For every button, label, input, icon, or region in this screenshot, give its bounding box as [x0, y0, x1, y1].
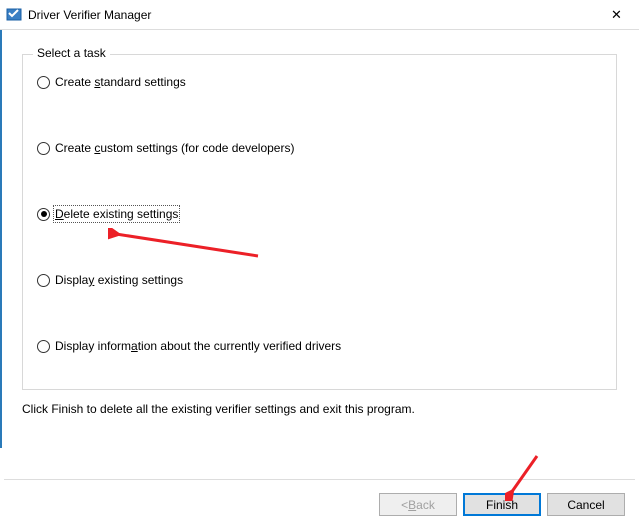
separator — [4, 479, 635, 480]
radio-icon — [37, 274, 50, 287]
task-groupbox: Select a task Create standard settings C… — [22, 54, 617, 390]
radio-icon — [37, 208, 50, 221]
button-row: < Back Finish Cancel — [379, 493, 625, 516]
radio-create-standard[interactable]: Create standard settings — [37, 75, 602, 89]
app-icon — [6, 7, 22, 23]
radio-label: Display existing settings — [55, 273, 183, 287]
group-legend: Select a task — [33, 46, 110, 60]
radio-label: Create standard settings — [55, 75, 186, 89]
left-border-accent — [0, 30, 2, 448]
back-button: < Back — [379, 493, 457, 516]
window-title: Driver Verifier Manager — [28, 8, 151, 22]
instruction-text: Click Finish to delete all the existing … — [22, 402, 617, 416]
radio-icon — [37, 340, 50, 353]
finish-button[interactable]: Finish — [463, 493, 541, 516]
close-button[interactable]: ✕ — [594, 0, 639, 29]
close-icon: ✕ — [611, 7, 622, 23]
radio-create-custom[interactable]: Create custom settings (for code develop… — [37, 141, 602, 155]
radio-label: Create custom settings (for code develop… — [55, 141, 294, 155]
title-bar: Driver Verifier Manager ✕ — [0, 0, 639, 30]
radio-label: Display information about the currently … — [55, 339, 341, 353]
radio-delete-existing[interactable]: Delete existing settings — [37, 207, 602, 221]
cancel-button[interactable]: Cancel — [547, 493, 625, 516]
content-area: Select a task Create standard settings C… — [0, 30, 639, 426]
radio-display-existing[interactable]: Display existing settings — [37, 273, 602, 287]
radio-display-info[interactable]: Display information about the currently … — [37, 339, 602, 353]
radio-label: Delete existing settings — [55, 207, 178, 221]
radio-icon — [37, 76, 50, 89]
radio-icon — [37, 142, 50, 155]
